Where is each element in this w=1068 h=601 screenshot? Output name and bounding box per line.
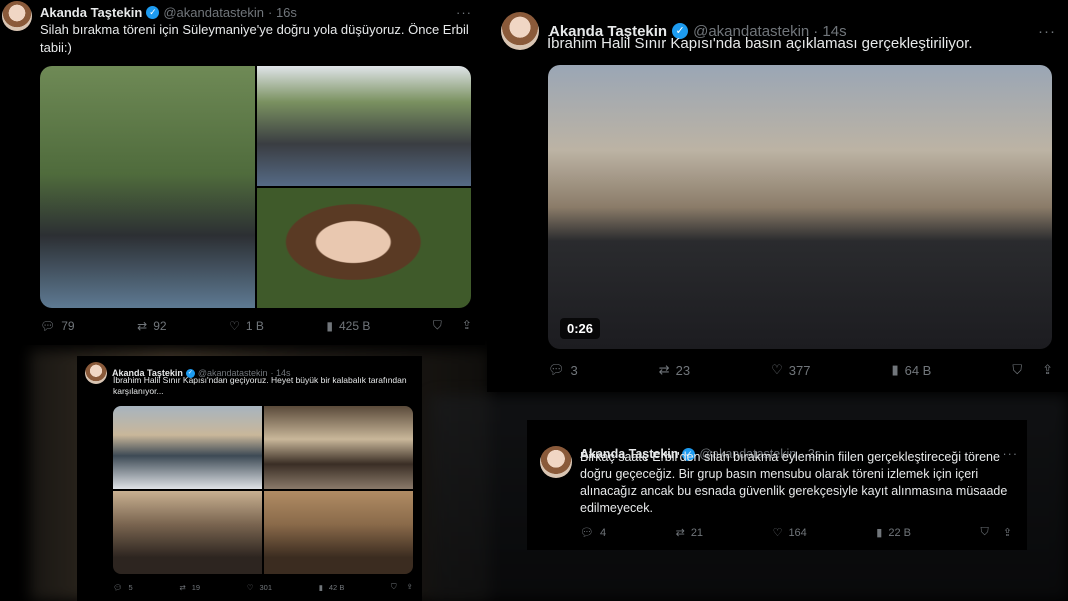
- like-count: 1 B: [245, 318, 264, 333]
- tweet-text: Birkaç saate Erbil'den silah bırakma eyl…: [580, 450, 1008, 515]
- tweet-card[interactable]: Akanda Taştekin ✓ @akandatastekin · 14s …: [77, 356, 422, 601]
- share-icon[interactable]: ⇪: [1003, 526, 1012, 539]
- repost-icon: ⇄: [179, 582, 186, 592]
- author-handle[interactable]: @akandatastekin: [163, 5, 264, 20]
- action-bar: 💬︎ 5 ⇄ 19 ♡ 301 ▮ 42 B ⛉ ⇪: [113, 582, 413, 592]
- reply-button[interactable]: 💬︎ 5: [113, 583, 133, 592]
- repost-icon: ⇄: [675, 527, 685, 539]
- repost-button[interactable]: ⇄ 21: [675, 526, 704, 540]
- avatar[interactable]: [2, 1, 32, 31]
- repost-button[interactable]: ⇄ 92: [137, 319, 166, 333]
- share-icon[interactable]: ⇪: [462, 318, 472, 333]
- photo[interactable]: [264, 406, 413, 489]
- repost-icon: ⇄: [658, 362, 670, 377]
- avatar[interactable]: [501, 12, 539, 50]
- photo-grid: [113, 406, 413, 574]
- view-count: 22 B: [888, 526, 911, 539]
- tweet-text: Silah bırakma töreni için Süleymaniye'ye…: [40, 22, 469, 55]
- views-icon: ▮: [891, 362, 899, 377]
- like-button[interactable]: ♡ 164: [772, 526, 807, 540]
- bookmark-icon[interactable]: ⛉: [981, 526, 989, 539]
- bookmark-icon[interactable]: ⛉: [433, 318, 442, 333]
- share-icon[interactable]: ⇪: [1042, 362, 1053, 378]
- reply-button[interactable]: 💬︎ 4: [580, 526, 607, 540]
- reply-icon: 💬︎: [548, 362, 565, 377]
- video-duration: 0:26: [560, 318, 601, 339]
- bookmark-icon[interactable]: ⛉: [1012, 362, 1022, 378]
- more-options-icon[interactable]: ···: [1038, 23, 1056, 40]
- views-button[interactable]: ▮ 425 B: [326, 319, 370, 333]
- reply-button[interactable]: 💬︎ 3: [548, 362, 578, 378]
- reply-icon: 💬︎: [580, 527, 594, 539]
- tweet-text: İbrahim Halil Sınır Kapısı'nda basın açı…: [547, 35, 973, 52]
- views-icon: ▮: [876, 527, 883, 539]
- like-count: 377: [788, 362, 811, 378]
- bookmark-icon[interactable]: ⛉: [391, 582, 397, 592]
- photo[interactable]: [40, 66, 255, 308]
- view-count: 42 B: [328, 582, 345, 592]
- video-player[interactable]: 0:26: [548, 65, 1052, 349]
- tweet-card[interactable]: Akanda Taştekin ✓ @akandatastekin · 3s ·…: [527, 420, 1027, 550]
- photo[interactable]: [257, 66, 471, 186]
- reply-count: 3: [570, 362, 578, 378]
- heart-icon: ♡: [229, 318, 240, 333]
- action-bar: 💬︎ 79 ⇄ 92 ♡ 1 B ▮ 425 B ⛉ ⇪: [40, 318, 472, 333]
- photo[interactable]: [113, 491, 262, 574]
- photo-grid: [40, 66, 471, 308]
- like-button[interactable]: ♡ 1 B: [229, 319, 264, 333]
- share-icon[interactable]: ⇪: [407, 582, 413, 592]
- avatar[interactable]: [85, 362, 107, 384]
- photo[interactable]: [257, 188, 471, 308]
- views-button[interactable]: ▮ 42 B: [319, 583, 345, 592]
- like-count: 301: [259, 582, 273, 592]
- reply-count: 5: [128, 582, 133, 592]
- views-icon: ▮: [318, 582, 323, 592]
- reply-count: 4: [599, 526, 607, 539]
- avatar[interactable]: [540, 446, 572, 478]
- timestamp[interactable]: · 16s: [268, 5, 297, 20]
- reply-button[interactable]: 💬︎ 79: [40, 319, 75, 333]
- reply-icon: 💬︎: [40, 318, 56, 333]
- like-count: 164: [788, 526, 807, 539]
- repost-button[interactable]: ⇄ 19: [179, 583, 200, 592]
- tweet-header: Akanda Taştekin ✓ @akandatastekin · 16s …: [2, 1, 472, 31]
- heart-icon: ♡: [772, 527, 783, 539]
- reply-count: 79: [61, 318, 75, 333]
- repost-count: 21: [690, 526, 704, 539]
- author-name[interactable]: Akanda Taştekin: [40, 5, 142, 20]
- view-count: 64 B: [904, 362, 932, 378]
- reply-icon: 💬︎: [113, 582, 123, 592]
- tweet-text: İbrahim Halil Sınır Kapısı'ndan geçiyoru…: [113, 375, 407, 396]
- tweet-card[interactable]: Akanda Taştekin ✓ @akandatastekin · 16s …: [0, 0, 485, 345]
- heart-icon: ♡: [771, 362, 783, 377]
- repost-count: 23: [675, 362, 691, 378]
- tweet-card[interactable]: Akanda Taştekin ✓ @akandatastekin · 14s …: [487, 0, 1068, 392]
- photo[interactable]: [264, 491, 413, 574]
- views-button[interactable]: ▮ 22 B: [876, 526, 911, 540]
- repost-button[interactable]: ⇄ 23: [659, 362, 690, 378]
- action-bar: 💬︎ 4 ⇄ 21 ♡ 164 ▮ 22 B ⛉ ⇪: [580, 526, 1012, 539]
- heart-icon: ♡: [246, 582, 254, 592]
- photo[interactable]: [113, 406, 262, 489]
- views-icon: ▮: [326, 318, 333, 333]
- repost-icon: ⇄: [137, 318, 148, 333]
- action-bar: 💬︎ 3 ⇄ 23 ♡ 377 ▮ 64 B ⛉ ⇪: [548, 362, 1053, 378]
- views-button[interactable]: ▮ 64 B: [891, 362, 931, 378]
- verified-badge-icon: ✓: [146, 5, 160, 19]
- repost-count: 92: [153, 318, 167, 333]
- more-options-icon[interactable]: ···: [456, 5, 472, 20]
- repost-count: 19: [191, 582, 201, 592]
- view-count: 425 B: [339, 318, 371, 333]
- like-button[interactable]: ♡ 301: [247, 583, 272, 592]
- like-button[interactable]: ♡ 377: [771, 362, 810, 378]
